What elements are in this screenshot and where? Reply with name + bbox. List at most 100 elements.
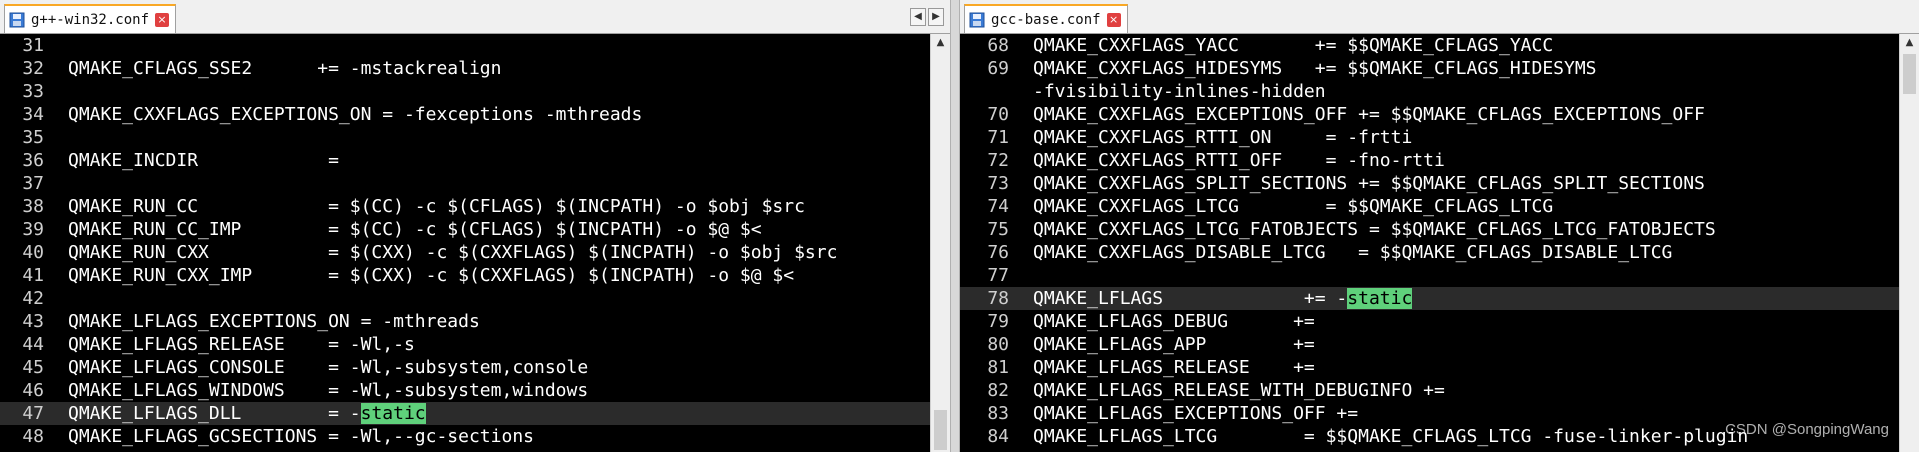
code-line[interactable]: 76 QMAKE_CXXFLAGS_DISABLE_LTCG = $$QMAKE_… [960, 241, 1899, 264]
left-editor-pane: g++-win32.conf × ◀ ▶ 31 32 QMAKE_CFLAGS_SS… [0, 0, 950, 452]
scrollbar-thumb[interactable] [1903, 54, 1916, 94]
code-line[interactable]: 31 [0, 34, 930, 57]
code-text: QMAKE_LFLAGS_CONSOLE = -Wl,-subsystem,co… [68, 356, 588, 379]
code-text: QMAKE_CFLAGS_SSE2 += -mstackrealign [68, 57, 501, 80]
right-tab-bar: gcc-base.conf × [960, 0, 1919, 34]
code-text: QMAKE_LFLAGS_DEBUG += [1033, 310, 1315, 333]
line-number: 43 [22, 311, 44, 332]
code-text-content: QMAKE_RUN_CXX = $(CXX) -c $(CXXFLAGS) $(… [68, 242, 838, 263]
line-number: 48 [22, 426, 44, 447]
code-line[interactable]: 80 QMAKE_LFLAGS_APP += [960, 333, 1899, 356]
code-text-content: QMAKE_CXXFLAGS_LTCG_FATOBJECTS = $$QMAKE… [1033, 219, 1716, 240]
code-text-content: QMAKE_LFLAGS_DLL = - [68, 403, 361, 424]
code-line[interactable]: 32 QMAKE_CFLAGS_SSE2 += -mstackrealign [0, 57, 930, 80]
search-highlight: static [360, 403, 426, 424]
line-number: 68 [987, 35, 1009, 56]
code-text-content: QMAKE_LFLAGS_CONSOLE = -Wl,-subsystem,co… [68, 357, 589, 378]
code-line[interactable]: 39 QMAKE_RUN_CC_IMP = $(CC) -c $(CFLAGS) … [0, 218, 930, 241]
file-icon [9, 12, 25, 28]
code-line[interactable]: 73 QMAKE_CXXFLAGS_SPLIT_SECTIONS += $$QMA… [960, 172, 1899, 195]
code-line[interactable]: 46 QMAKE_LFLAGS_WINDOWS = -Wl,-subsystem,… [0, 379, 930, 402]
code-line[interactable]: 79 QMAKE_LFLAGS_DEBUG += [960, 310, 1899, 333]
code-line[interactable]: 82 QMAKE_LFLAGS_RELEASE_WITH_DEBUGINFO += [960, 379, 1899, 402]
line-number: 37 [22, 173, 44, 194]
code-line[interactable]: 70 QMAKE_CXXFLAGS_EXCEPTIONS_OFF += $$QMA… [960, 103, 1899, 126]
code-editor[interactable]: 31 32 QMAKE_CFLAGS_SSE2 += -mstackrealign 3… [0, 34, 950, 452]
split-divider[interactable] [950, 0, 960, 452]
code-text: QMAKE_LFLAGS_EXCEPTIONS_ON = -mthreads [68, 310, 480, 333]
code-text: QMAKE_RUN_CC = $(CC) -c $(CFLAGS) $(INCP… [68, 195, 805, 218]
code-line[interactable]: 68 QMAKE_CXXFLAGS_YACC += $$QMAKE_CFLAGS_… [960, 34, 1899, 57]
code-text: QMAKE_LFLAGS_LTCG = $$QMAKE_CFLAGS_LTCG … [1033, 425, 1748, 448]
tab-next-button[interactable]: ▶ [928, 8, 944, 26]
vertical-scrollbar[interactable]: ▲ [1899, 34, 1919, 452]
line-number: 46 [22, 380, 44, 401]
code-editor[interactable]: 68 QMAKE_CXXFLAGS_YACC += $$QMAKE_CFLAGS_… [960, 34, 1919, 452]
line-number: 75 [987, 219, 1009, 240]
scroll-up-arrow-icon[interactable]: ▲ [931, 34, 950, 52]
code-line[interactable]: -fvisibility-inlines-hidden [960, 80, 1899, 103]
line-number: 83 [987, 403, 1009, 424]
code-text-content: QMAKE_LFLAGS_EXCEPTIONS_ON = -mthreads [68, 311, 480, 332]
tab-prev-button[interactable]: ◀ [910, 8, 926, 26]
code-lines: 31 32 QMAKE_CFLAGS_SSE2 += -mstackrealign 3… [0, 34, 930, 452]
code-line[interactable]: 75 QMAKE_CXXFLAGS_LTCG_FATOBJECTS = $$QMA… [960, 218, 1899, 241]
code-line[interactable]: 38 QMAKE_RUN_CC = $(CC) -c $(CFLAGS) $(IN… [0, 195, 930, 218]
code-text-content: QMAKE_CXXFLAGS_RTTI_OFF = -fno-rtti [1033, 150, 1445, 171]
scroll-up-arrow-icon[interactable]: ▲ [1900, 34, 1919, 52]
close-icon[interactable]: × [1106, 12, 1121, 27]
tab-gcc-base-conf[interactable]: gcc-base.conf × [964, 4, 1128, 33]
line-number: 34 [22, 104, 44, 125]
code-text: QMAKE_LFLAGS_RELEASE += [1033, 356, 1315, 379]
code-text: QMAKE_CXXFLAGS_EXCEPTIONS_ON = -fexcepti… [68, 103, 642, 126]
search-highlight: static [1347, 288, 1413, 309]
code-line[interactable]: 45 QMAKE_LFLAGS_CONSOLE = -Wl,-subsystem,… [0, 356, 930, 379]
code-text-content: QMAKE_LFLAGS_LTCG = $$QMAKE_CFLAGS_LTCG … [1033, 426, 1749, 447]
line-number: 69 [987, 58, 1009, 79]
code-text-content: QMAKE_LFLAGS_RELEASE_WITH_DEBUGINFO += [1033, 380, 1445, 401]
code-line[interactable]: 72 QMAKE_CXXFLAGS_RTTI_OFF = -fno-rtti [960, 149, 1899, 172]
code-line[interactable]: 77 [960, 264, 1899, 287]
code-line[interactable]: 69 QMAKE_CXXFLAGS_HIDESYMS += $$QMAKE_CFL… [960, 57, 1899, 80]
code-line[interactable]: 36 QMAKE_INCDIR = [0, 149, 930, 172]
code-line[interactable]: 43 QMAKE_LFLAGS_EXCEPTIONS_ON = -mthreads [0, 310, 930, 333]
code-text-content: QMAKE_RUN_CXX_IMP = $(CXX) -c $(CXXFLAGS… [68, 265, 795, 286]
code-text-content: QMAKE_LFLAGS_APP += [1033, 334, 1315, 355]
code-line[interactable]: 81 QMAKE_LFLAGS_RELEASE += [960, 356, 1899, 379]
line-number: 38 [22, 196, 44, 217]
code-text-content: QMAKE_LFLAGS_DEBUG += [1033, 311, 1315, 332]
line-number: 36 [22, 150, 44, 171]
line-number: 73 [987, 173, 1009, 194]
line-number: 40 [22, 242, 44, 263]
code-line[interactable]: 74 QMAKE_CXXFLAGS_LTCG = $$QMAKE_CFLAGS_L… [960, 195, 1899, 218]
vertical-scrollbar[interactable]: ▲ [930, 34, 950, 452]
code-line[interactable]: 78 QMAKE_LFLAGS += -static [960, 287, 1899, 310]
code-text-content: QMAKE_CXXFLAGS_EXCEPTIONS_ON = -fexcepti… [68, 104, 643, 125]
code-line[interactable]: 47 QMAKE_LFLAGS_DLL = -static [0, 402, 930, 425]
line-number: 84 [987, 426, 1009, 447]
tab-g++-win32-conf[interactable]: g++-win32.conf × [4, 4, 177, 33]
code-text-content: QMAKE_CXXFLAGS_SPLIT_SECTIONS += $$QMAKE… [1033, 173, 1705, 194]
code-text-content: QMAKE_LFLAGS_WINDOWS = -Wl,-subsystem,wi… [68, 380, 589, 401]
line-number: 45 [22, 357, 44, 378]
code-text: QMAKE_RUN_CXX_IMP = $(CXX) -c $(CXXFLAGS… [68, 264, 794, 287]
code-line[interactable]: 44 QMAKE_LFLAGS_RELEASE = -Wl,-s [0, 333, 930, 356]
line-number: 35 [22, 127, 44, 148]
code-line[interactable]: 37 [0, 172, 930, 195]
code-line[interactable]: 41 QMAKE_RUN_CXX_IMP = $(CXX) -c $(CXXFLA… [0, 264, 930, 287]
code-line[interactable]: 35 [0, 126, 930, 149]
scrollbar-thumb[interactable] [934, 410, 947, 450]
code-line[interactable]: 40 QMAKE_RUN_CXX = $(CXX) -c $(CXXFLAGS) … [0, 241, 930, 264]
line-number: 78 [987, 288, 1009, 309]
code-text: QMAKE_CXXFLAGS_LTCG_FATOBJECTS = $$QMAKE… [1033, 218, 1716, 241]
code-text: QMAKE_LFLAGS += -static [1033, 287, 1413, 310]
code-line[interactable]: 33 [0, 80, 930, 103]
code-line[interactable]: 34 QMAKE_CXXFLAGS_EXCEPTIONS_ON = -fexcep… [0, 103, 930, 126]
code-line[interactable]: 71 QMAKE_CXXFLAGS_RTTI_ON = -frtti [960, 126, 1899, 149]
line-number: 81 [987, 357, 1009, 378]
close-icon[interactable]: × [155, 12, 170, 27]
line-number: 77 [987, 265, 1009, 286]
code-line[interactable]: 42 [0, 287, 930, 310]
line-number: 79 [987, 311, 1009, 332]
code-line[interactable]: 48 QMAKE_LFLAGS_GCSECTIONS = -Wl,--gc-sec… [0, 425, 930, 448]
